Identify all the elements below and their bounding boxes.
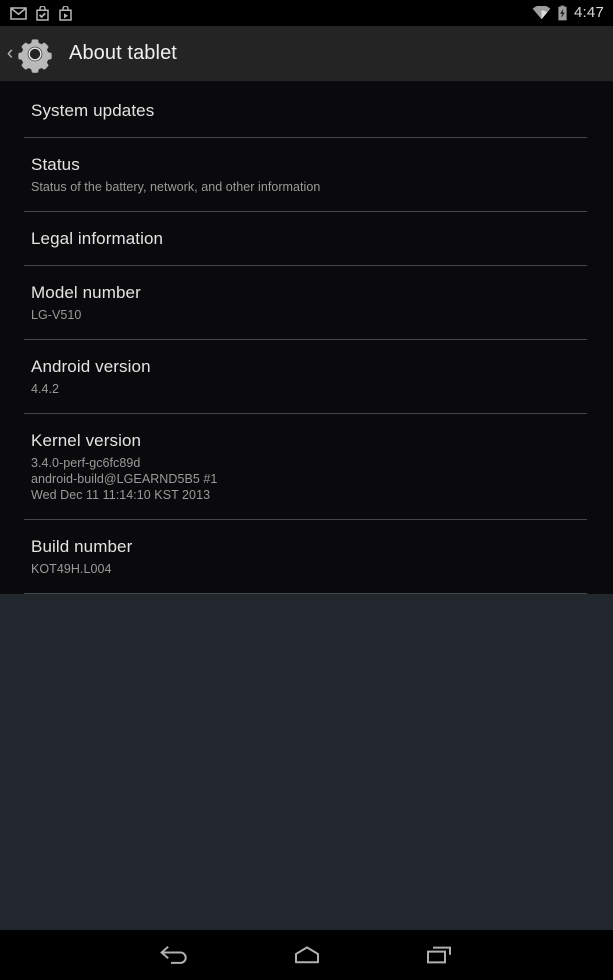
action-bar: ‹ About tablet [0,26,613,82]
pref-summary-line: 3.4.0-perf-gc6fc89d [31,456,141,470]
pref-title: Status [31,155,80,174]
pref-title: Model number [31,283,141,302]
play-store-update-icon [35,4,50,21]
pref-summary-line: Wed Dec 11 11:14:10 KST 2013 [31,488,211,502]
status-bar-clock: 4:47 [574,4,604,21]
pref-summary: 3.4.0-perf-gc6fc89d android-build@LGEARND… [31,455,589,503]
pref-summary: LG-V510 [31,307,589,323]
status-bar-system-icons: 4:47 [532,4,604,22]
pref-title: Kernel version [31,431,142,450]
pref-item-android-version[interactable]: Android version 4.4.2 [0,339,613,413]
pref-summary-line: LG-V510 [31,308,82,322]
preference-list: System updates Status Status of the batter… [0,82,613,594]
android-settings-screen: 4:47 ‹ About tablet System updates Status… [0,0,613,980]
pref-summary-line: 4.4.2 [31,382,60,396]
pref-item-legal-information[interactable]: Legal information [0,211,613,265]
play-store-icon [58,4,73,21]
pref-summary: Status of the battery, network, and othe… [31,179,589,195]
pref-title: System updates [31,101,155,120]
back-icon[interactable] [133,930,217,980]
recent-apps-icon[interactable] [397,930,481,980]
settings-gear-icon[interactable] [15,34,55,74]
email-icon [10,6,27,20]
pref-summary: KOT49H.L004 [31,561,589,577]
page-title: About tablet [69,42,177,64]
pref-item-build-number[interactable]: Build number KOT49H.L004 [0,519,613,593]
pref-summary: 4.4.2 [31,381,589,397]
navigation-bar [0,930,613,980]
status-bar: 4:47 [0,0,613,26]
pref-title: Build number [31,537,133,556]
settings-content: System updates Status Status of the batter… [0,82,613,930]
pref-summary-line: KOT49H.L004 [31,562,112,576]
wifi-icon [532,5,551,20]
pref-title: Android version [31,357,151,376]
battery-charging-icon [557,5,568,21]
pref-item-model-number[interactable]: Model number LG-V510 [0,265,613,339]
status-bar-notification-icons [10,4,73,21]
preference-list-end-divider [0,593,613,594]
pref-item-status[interactable]: Status Status of the battery, network, an… [0,137,613,211]
pref-title: Legal information [31,229,164,248]
pref-item-kernel-version[interactable]: Kernel version 3.4.0-perf-gc6fc89d android… [0,413,613,519]
pref-summary-line: android-build@LGEARND5B5 #1 [31,472,218,486]
pref-summary-line: Status of the battery, network, and othe… [31,180,321,194]
pref-item-system-updates[interactable]: System updates [0,83,613,137]
home-icon[interactable] [265,930,349,980]
